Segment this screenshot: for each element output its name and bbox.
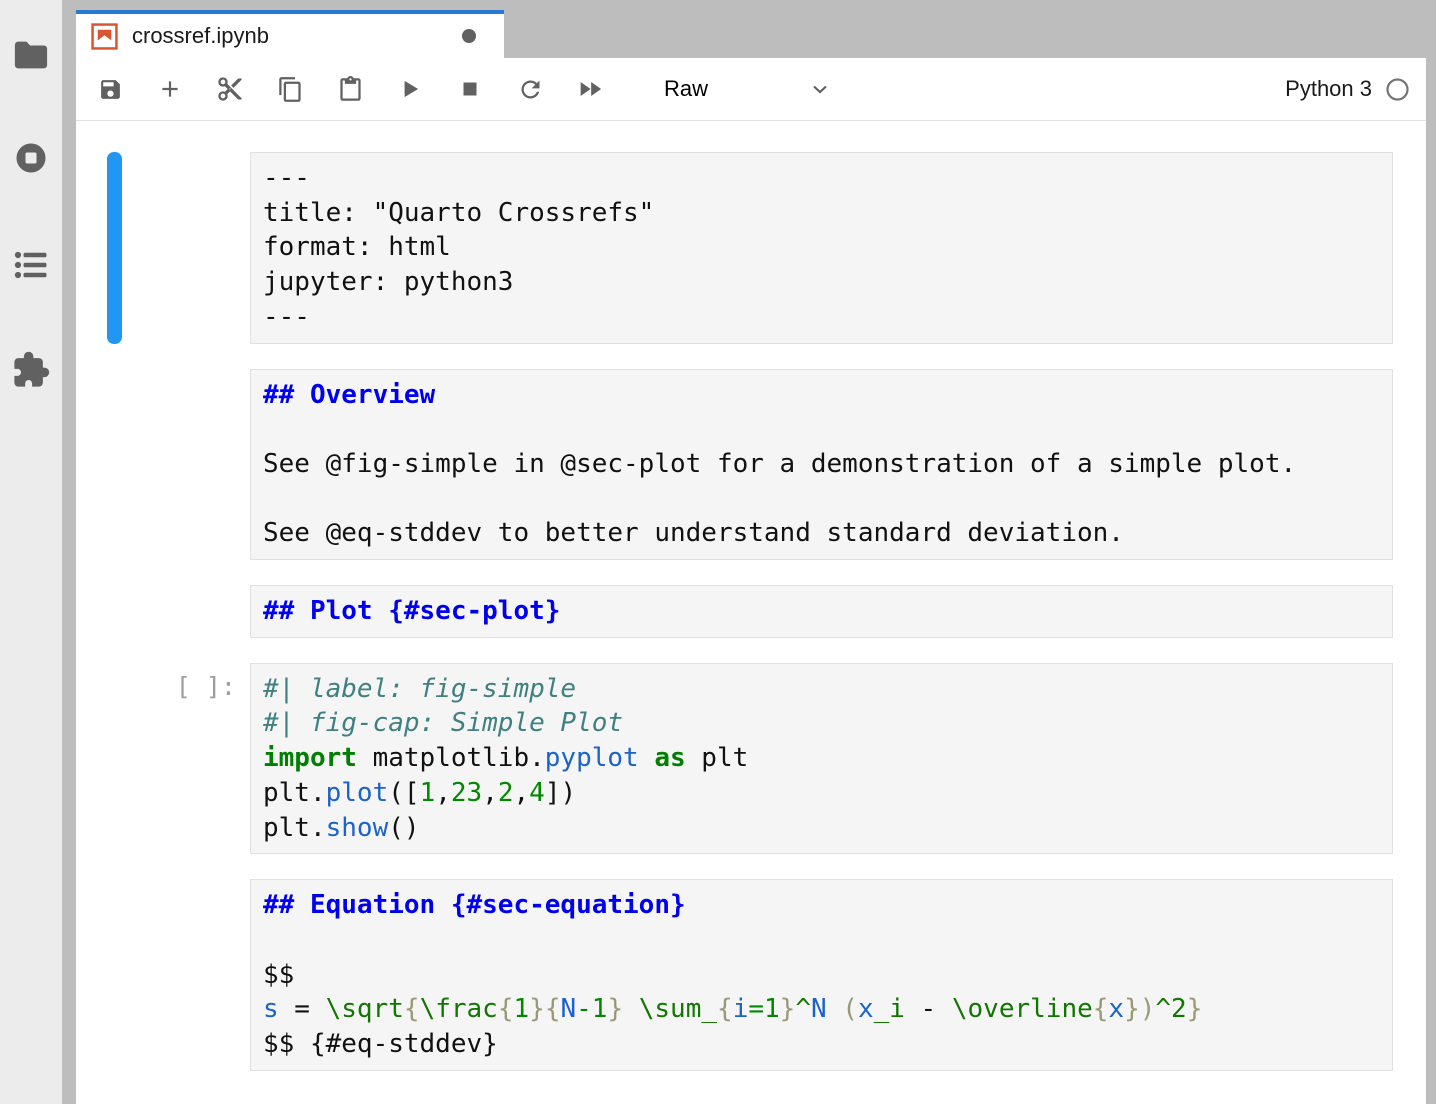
cell-collapser[interactable] (107, 369, 122, 561)
notebook-cell-raw: ---title: "Quarto Crossrefs"format: html… (76, 152, 1426, 344)
cell-execution-prompt (76, 152, 250, 344)
tab-crossref-ipynb[interactable]: crossref.ipynb (76, 10, 504, 58)
plus-icon (157, 76, 183, 102)
kernel-status-idle-icon (1385, 77, 1410, 102)
notebook-cells: ---title: "Quarto Crossrefs"format: html… (76, 152, 1426, 1071)
run-cell-button[interactable] (392, 71, 428, 107)
fast-forward-icon (576, 75, 604, 103)
cell-editor[interactable]: ## Equation {#sec-equation} $$s = \sqrt{… (250, 879, 1393, 1071)
save-icon (98, 77, 123, 102)
cell-execution-prompt: [ ]: (76, 663, 250, 855)
cell-execution-prompt (76, 585, 250, 638)
interrupt-kernel-button[interactable] (452, 71, 488, 107)
notebook-cell-markdown: ## Equation {#sec-equation} $$s = \sqrt{… (76, 879, 1426, 1071)
main-dock-panel: crossref.ipynb (76, 0, 1426, 1104)
cell-editor[interactable]: ## Plot {#sec-plot} (250, 585, 1393, 638)
left-sidebar (0, 0, 62, 1104)
kernel-indicator[interactable]: Python 3 (1285, 76, 1416, 102)
cell-collapser[interactable] (107, 663, 122, 855)
clipboard-paste-icon (337, 76, 364, 103)
sidebar-item-table-of-contents[interactable] (0, 245, 62, 289)
sidebar-item-running-sessions[interactable] (0, 138, 62, 182)
run-all-cells-button[interactable] (572, 71, 608, 107)
cell-type-value: Raw (664, 76, 708, 102)
tab-title: crossref.ipynb (132, 23, 269, 49)
cell-type-dropdown[interactable]: Raw (664, 76, 832, 102)
notebook-panel: ---title: "Quarto Crossrefs"format: html… (76, 122, 1426, 1104)
running-kernels-icon (12, 139, 50, 182)
notebook-cell-markdown: ## Overview See @fig-simple in @sec-plot… (76, 369, 1426, 561)
cell-collapser[interactable] (107, 585, 122, 638)
cell-execution-prompt (76, 879, 250, 1071)
notebook-cell-code: [ ]:#| label: fig-simple#| fig-cap: Simp… (76, 663, 1426, 855)
notebook-file-icon (91, 23, 118, 50)
cell-editor[interactable]: ---title: "Quarto Crossrefs"format: html… (250, 152, 1393, 344)
unsaved-changes-dot[interactable] (462, 29, 476, 43)
kernel-name: Python 3 (1285, 76, 1372, 102)
restart-kernel-button[interactable] (512, 71, 548, 107)
save-button[interactable] (92, 71, 128, 107)
paste-cells-button[interactable] (332, 71, 368, 107)
stop-square-icon (458, 77, 482, 101)
cell-execution-prompt (76, 369, 250, 561)
insert-cell-button[interactable] (152, 71, 188, 107)
cut-cells-button[interactable] (212, 71, 248, 107)
scissors-icon (216, 75, 244, 103)
chevron-down-icon (808, 77, 832, 101)
cell-collapser[interactable] (107, 152, 122, 344)
copy-cells-button[interactable] (272, 71, 308, 107)
cell-editor[interactable]: #| label: fig-simple#| fig-cap: Simple P… (250, 663, 1393, 855)
cell-collapser[interactable] (107, 879, 122, 1071)
restart-refresh-icon (517, 76, 544, 103)
sidebar-item-extension-manager[interactable] (0, 350, 62, 394)
cell-editor[interactable]: ## Overview See @fig-simple in @sec-plot… (250, 369, 1393, 561)
folder-icon (13, 40, 49, 75)
copy-icon (277, 76, 304, 103)
sidebar-item-file-browser[interactable] (0, 35, 62, 79)
tab-bar: crossref.ipynb (76, 0, 1426, 58)
run-play-icon (397, 76, 423, 102)
toc-list-icon (13, 248, 49, 287)
notebook-toolbar: Raw Python 3 (76, 58, 1426, 121)
notebook-cell-markdown: ## Plot {#sec-plot} (76, 585, 1426, 638)
puzzle-extension-icon (12, 351, 50, 394)
